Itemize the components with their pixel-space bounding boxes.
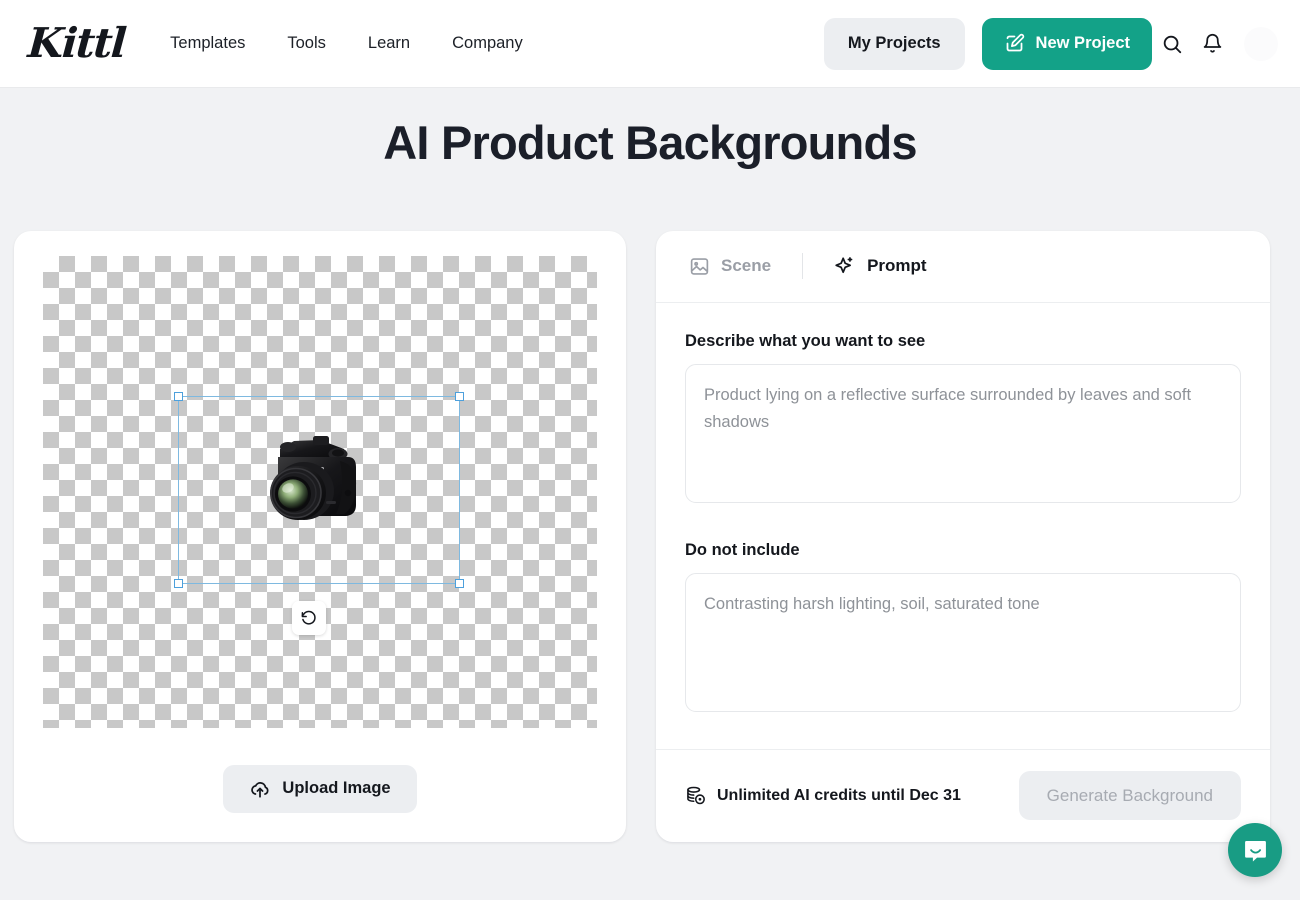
page-title: AI Product Backgrounds — [0, 88, 1300, 170]
exclude-field-label: Do not include — [685, 541, 1241, 560]
bell-icon — [1202, 33, 1223, 54]
resize-handle-top-left[interactable] — [174, 392, 183, 401]
exclude-textarea[interactable] — [685, 573, 1241, 712]
tab-prompt[interactable]: Prompt — [830, 249, 931, 283]
tab-divider — [802, 253, 803, 279]
main-content: Upload Image Scene — [0, 231, 1300, 842]
nav-item-company[interactable]: Company — [435, 24, 540, 63]
site-header: Kittl Templates Tools Learn Company My P… — [0, 0, 1300, 88]
prompt-panel-card: Scene Prompt Describe what you want to s… — [656, 231, 1270, 842]
image-icon — [689, 256, 710, 277]
describe-textarea[interactable] — [685, 364, 1241, 503]
nav-item-tools[interactable]: Tools — [270, 24, 343, 63]
edit-square-icon — [1004, 33, 1025, 54]
credits-status: Unlimited AI credits until Dec 31 — [685, 785, 961, 807]
new-project-button[interactable]: New Project — [982, 18, 1152, 70]
search-button[interactable] — [1152, 24, 1192, 64]
generate-background-button[interactable]: Generate Background — [1019, 771, 1241, 820]
camera-product-image[interactable] — [258, 431, 366, 536]
rotate-ccw-icon — [300, 609, 318, 627]
upload-image-label: Upload Image — [282, 779, 390, 798]
image-editor-card: Upload Image — [14, 231, 626, 842]
header-actions: My Projects New Project — [824, 18, 1282, 70]
describe-field-label: Describe what you want to see — [685, 332, 1241, 351]
panel-tabs: Scene Prompt — [656, 231, 1270, 303]
tab-scene[interactable]: Scene — [685, 250, 775, 283]
resize-handle-top-right[interactable] — [455, 392, 464, 401]
search-icon — [1161, 33, 1183, 55]
nav-item-templates[interactable]: Templates — [153, 24, 262, 63]
intercom-chat-button[interactable] — [1228, 823, 1282, 877]
credits-coins-icon — [685, 785, 707, 807]
resize-handle-bottom-left[interactable] — [174, 579, 183, 588]
credits-text: Unlimited AI credits until Dec 31 — [717, 787, 961, 805]
rotate-handle[interactable] — [292, 601, 326, 635]
avatar[interactable] — [1244, 27, 1278, 61]
my-projects-button[interactable]: My Projects — [824, 18, 965, 70]
prompt-form: Describe what you want to see Do not inc… — [656, 303, 1270, 749]
panel-footer: Unlimited AI credits until Dec 31 Genera… — [656, 749, 1270, 842]
cloud-upload-icon — [249, 778, 271, 800]
upload-image-button[interactable]: Upload Image — [223, 765, 416, 813]
main-nav: Templates Tools Learn Company — [153, 24, 540, 63]
tab-prompt-label: Prompt — [867, 256, 927, 276]
sparkle-icon — [834, 255, 856, 277]
notifications-button[interactable] — [1192, 24, 1232, 64]
tab-scene-label: Scene — [721, 256, 771, 276]
transparent-canvas[interactable] — [43, 256, 597, 728]
intercom-chat-icon — [1242, 837, 1269, 864]
nav-item-learn[interactable]: Learn — [351, 24, 427, 63]
kittl-logo[interactable]: Kittl — [17, 23, 155, 64]
new-project-label: New Project — [1036, 34, 1130, 53]
resize-handle-bottom-right[interactable] — [455, 579, 464, 588]
